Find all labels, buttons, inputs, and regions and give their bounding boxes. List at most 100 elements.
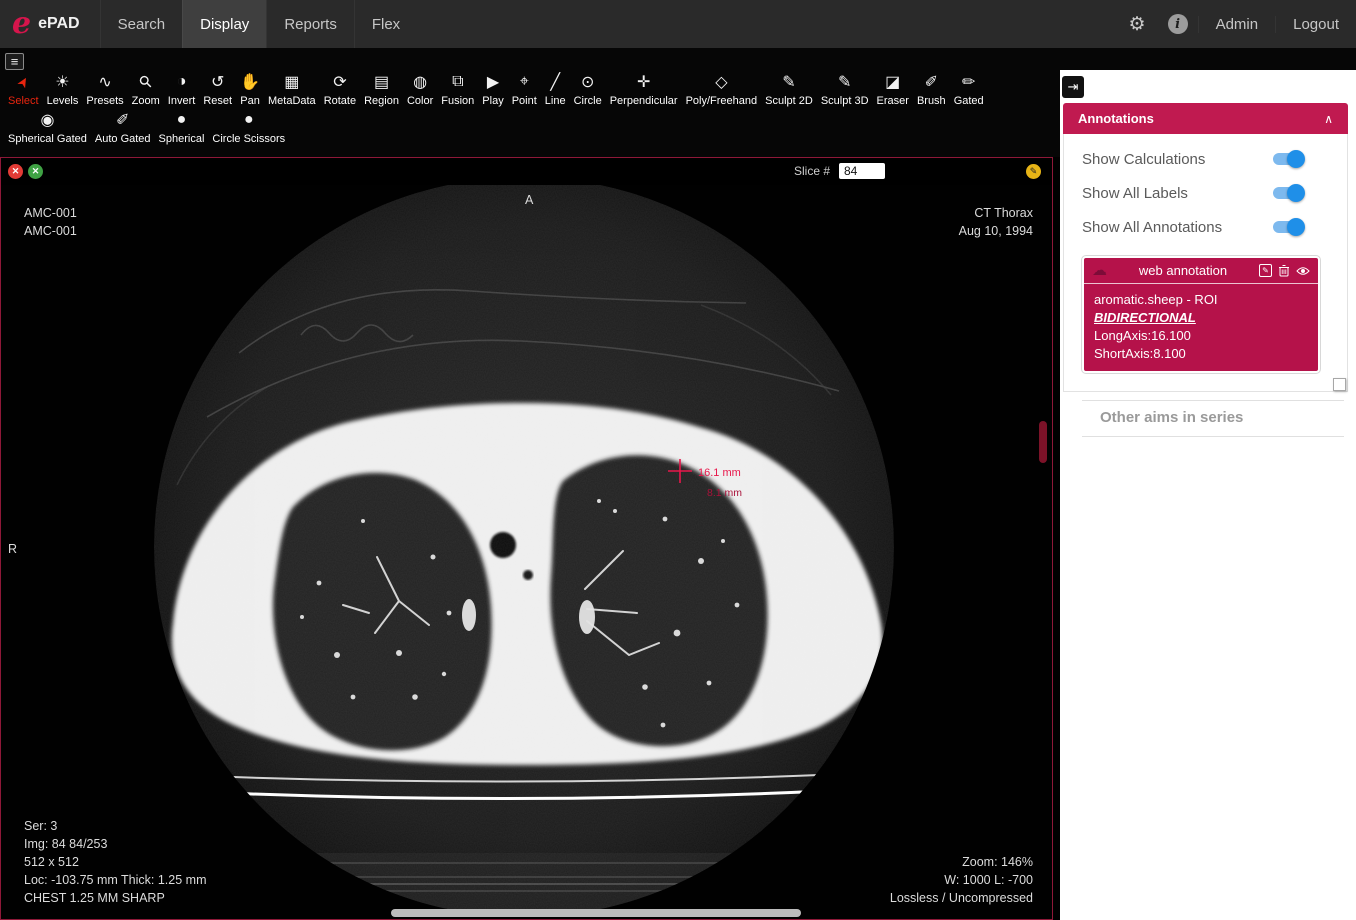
- settings-gear-icon[interactable]: ⚙: [1117, 13, 1158, 36]
- close-all-icon[interactable]: ✕: [28, 164, 43, 179]
- tool-select[interactable]: ➤Select: [4, 72, 43, 107]
- tool-metadata[interactable]: ▦MetaData: [264, 72, 320, 107]
- tool-perpendicular[interactable]: ✛Perpendicular: [606, 72, 682, 107]
- nav-item-logout[interactable]: Logout: [1275, 16, 1356, 33]
- tool-fusion[interactable]: ⧉Fusion: [437, 72, 478, 107]
- delete-icon[interactable]: [1278, 264, 1290, 277]
- pan-hand-icon: ✋: [240, 72, 260, 92]
- annotations-panel-header[interactable]: Annotations ∧: [1063, 103, 1348, 134]
- nav-right: ⚙ i Admin Logout: [1117, 0, 1356, 48]
- tool-invert[interactable]: ◑Invert: [164, 72, 200, 107]
- toggle-row-show-all-annotations: Show All Annotations: [1064, 210, 1347, 244]
- tool-play[interactable]: ▶Play: [478, 72, 507, 107]
- tool-point[interactable]: ⌖Point: [508, 72, 541, 107]
- tool-gated[interactable]: ✏Gated: [950, 72, 988, 107]
- annotation-title: web annotation: [1107, 263, 1259, 278]
- ct-image-canvas[interactable]: 16.1 mm 8.1 mm: [1, 185, 1052, 919]
- show-all-annotations-toggle[interactable]: [1271, 218, 1305, 236]
- point-icon: ⌖: [520, 72, 529, 92]
- dicom-viewer: ✕ ✕ Slice # ✎: [0, 157, 1053, 920]
- sculpt-2d-icon: ✎: [782, 72, 795, 92]
- annotations-sidebar: ⇥ Annotations ∧ Show Calculations Show A…: [1060, 70, 1356, 920]
- line-icon: ╱: [550, 72, 560, 92]
- tool-spherical-gated[interactable]: ◉Spherical Gated: [4, 110, 91, 145]
- collapse-panel-icon[interactable]: ⇥: [1062, 76, 1084, 98]
- long-axis-label: 16.1 mm: [698, 467, 741, 479]
- nav-item-flex[interactable]: Flex: [354, 0, 417, 48]
- panel-resize-handle[interactable]: [1333, 378, 1346, 391]
- cloud-icon: ☁: [1092, 263, 1107, 278]
- circle-scissors-icon: ●: [244, 110, 254, 130]
- slice-number-input[interactable]: [839, 163, 885, 179]
- patient-info-overlay: AMC-001 AMC-001: [24, 204, 77, 240]
- reset-icon: ↺: [211, 72, 224, 92]
- annotation-card[interactable]: ☁ web annotation ✎ aromatic.sheep - ROI …: [1082, 256, 1320, 373]
- select-cursor-icon: ➤: [12, 72, 35, 92]
- tool-brush[interactable]: ✐Brush: [913, 72, 950, 107]
- annotation-subject: aromatic.sheep - ROI: [1094, 291, 1308, 309]
- brand: e ePAD: [0, 0, 100, 48]
- close-viewer-icon[interactable]: ✕: [8, 164, 23, 179]
- levels-icon: ☀: [55, 72, 69, 92]
- short-axis-label: 8.1 mm: [707, 487, 742, 499]
- tool-reset[interactable]: ↺Reset: [199, 72, 236, 107]
- fusion-icon: ⧉: [452, 72, 463, 92]
- eraser-icon: ◪: [885, 72, 900, 92]
- viewer-vertical-scrollbar[interactable]: [1039, 421, 1047, 463]
- sculpt-3d-icon: ✎: [838, 72, 851, 92]
- annotations-title: Annotations: [1078, 111, 1154, 126]
- edit-icon[interactable]: ✎: [1259, 264, 1272, 277]
- tool-color[interactable]: ◍Color: [403, 72, 437, 107]
- region-icon: ▤: [374, 72, 389, 92]
- nav-item-admin[interactable]: Admin: [1198, 16, 1276, 33]
- tool-circle[interactable]: ⊙Circle: [570, 72, 606, 107]
- annotations-panel-body: Show Calculations Show All Labels Show A…: [1063, 134, 1348, 392]
- metadata-icon: ▦: [284, 72, 299, 92]
- show-calculations-toggle[interactable]: [1271, 150, 1305, 168]
- series-info-overlay: Ser: 3 Img: 84 84/253 512 x 512 Loc: -10…: [24, 817, 206, 907]
- tool-poly-freehand[interactable]: ◇Poly/Freehand: [682, 72, 762, 107]
- annotation-long-axis: LongAxis:16.100: [1094, 327, 1308, 345]
- gated-icon: ✏: [962, 72, 975, 92]
- tool-auto-gated[interactable]: ✐Auto Gated: [91, 110, 155, 145]
- spherical-icon: ●: [177, 110, 187, 130]
- circle-icon: ⊙: [581, 72, 594, 92]
- epad-logo-icon: e: [12, 9, 31, 39]
- auto-gated-icon: ✐: [116, 110, 129, 130]
- tool-eraser[interactable]: ◪Eraser: [873, 72, 913, 107]
- top-nav: e ePAD Search Display Reports Flex ⚙ i A…: [0, 0, 1356, 48]
- tool-pan[interactable]: ✋Pan: [236, 72, 264, 107]
- tool-sculpt-2d[interactable]: ✎Sculpt 2D: [761, 72, 817, 107]
- viewer-horizontal-scrollbar[interactable]: [391, 909, 801, 917]
- toggle-row-show-calculations: Show Calculations: [1064, 142, 1347, 176]
- tool-levels[interactable]: ☀Levels: [43, 72, 83, 107]
- tool-line[interactable]: ╱Line: [541, 72, 570, 107]
- presets-icon: ∿: [98, 72, 111, 92]
- display-info-overlay: Zoom: 146% W: 1000 L: -700 Lossless / Un…: [890, 853, 1033, 907]
- tool-zoom[interactable]: ⚲Zoom: [128, 72, 164, 107]
- visibility-eye-icon[interactable]: [1296, 266, 1310, 276]
- tool-presets[interactable]: ∿Presets: [82, 72, 127, 107]
- tool-sculpt-3d[interactable]: ✎Sculpt 3D: [817, 72, 873, 107]
- show-all-labels-toggle[interactable]: [1271, 184, 1305, 202]
- edit-annotation-icon[interactable]: ✎: [1026, 164, 1041, 179]
- orientation-marker-a: A: [525, 191, 533, 209]
- annotation-type: BIDIRECTIONAL: [1094, 309, 1308, 327]
- annotation-short-axis: ShortAxis:8.100: [1094, 345, 1308, 363]
- tool-region[interactable]: ▤Region: [360, 72, 403, 107]
- menu-toggle-icon[interactable]: ≡: [5, 53, 24, 70]
- tool-circle-scissors[interactable]: ●Circle Scissors: [208, 110, 289, 145]
- brush-icon: ✐: [925, 72, 938, 92]
- nav-item-reports[interactable]: Reports: [266, 0, 354, 48]
- nav-item-search[interactable]: Search: [100, 0, 183, 48]
- perpendicular-icon: ✛: [637, 72, 650, 92]
- nav-item-display[interactable]: Display: [182, 0, 266, 48]
- viewer-header: ✕ ✕ Slice # ✎: [1, 158, 1052, 184]
- info-icon[interactable]: i: [1168, 14, 1188, 34]
- polygon-icon: ◇: [715, 72, 727, 92]
- tool-rotate[interactable]: ⟳Rotate: [320, 72, 360, 107]
- tool-spherical[interactable]: ●Spherical: [155, 110, 209, 145]
- other-aims-section: Other aims in series: [1082, 400, 1344, 437]
- chevron-up-icon[interactable]: ∧: [1324, 112, 1333, 126]
- brand-title: ePAD: [38, 15, 80, 33]
